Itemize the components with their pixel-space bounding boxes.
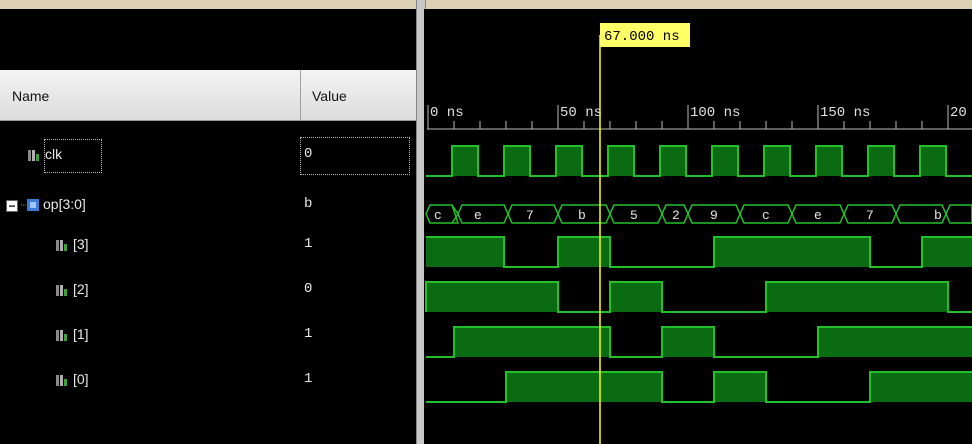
signal-name: op[3:0] <box>43 196 86 212</box>
signal-row-bit0[interactable]: [0] 1 <box>0 365 417 395</box>
time-tick-label: 0 ns <box>430 105 464 121</box>
bus-signal-icon <box>21 199 39 211</box>
signal-value: b <box>304 196 313 212</box>
time-tick-label: 20 <box>950 105 967 121</box>
bus-value: c <box>434 208 442 223</box>
time-tick-label: 100 ns <box>690 105 740 121</box>
waveform-viewer[interactable]: 0 ns 50 ns 100 ns 150 ns 20 c e 7 b 5 2 … <box>424 9 972 444</box>
time-tick-label: 150 ns <box>820 105 870 121</box>
bus-value: e <box>474 208 482 223</box>
bus-value: b <box>578 208 586 223</box>
bus-value: 7 <box>526 208 534 223</box>
bus-value: c <box>762 208 770 223</box>
bus-value: b <box>934 208 942 223</box>
signal-bit-icon <box>56 330 67 341</box>
signal-name: [0] <box>73 371 89 387</box>
window-top-strip <box>0 0 972 9</box>
signal-row-bit3[interactable]: [3] 1 <box>0 230 417 260</box>
signal-value: 1 <box>304 326 313 342</box>
signal-row-bit2[interactable]: [2] 0 <box>0 275 417 305</box>
selected-value-focus <box>300 137 410 175</box>
signal-value: 1 <box>304 236 313 252</box>
signal-list-header: Name Value <box>0 70 417 121</box>
signal-name: [3] <box>73 236 89 252</box>
signal-value: 0 <box>304 281 313 297</box>
collapse-icon[interactable] <box>6 200 18 212</box>
bus-value: e <box>814 208 822 223</box>
bit1-waveform <box>426 326 972 358</box>
time-tick-label: 50 ns <box>560 105 602 121</box>
signal-bit-icon <box>56 285 67 296</box>
signal-value: 1 <box>304 371 313 387</box>
bus-value: 2 <box>672 208 680 223</box>
signal-bit-icon <box>28 150 39 161</box>
name-column-header[interactable]: Name <box>12 88 49 104</box>
value-column-header[interactable]: Value <box>312 88 347 104</box>
column-separator[interactable] <box>300 70 301 120</box>
signal-row-op[interactable]: op[3:0] b <box>0 190 417 220</box>
signal-bit-icon <box>56 375 67 386</box>
bus-value: 9 <box>710 208 718 223</box>
signal-name: [1] <box>73 326 89 342</box>
cursor-time-label: 67.000 ns <box>604 29 680 45</box>
selected-name-focus <box>44 139 102 173</box>
bus-value: 5 <box>630 208 638 223</box>
bus-value: 7 <box>866 208 874 223</box>
signal-name: [2] <box>73 281 89 297</box>
signal-bit-icon <box>56 240 67 251</box>
signal-row-bit1[interactable]: [1] 1 <box>0 320 417 350</box>
